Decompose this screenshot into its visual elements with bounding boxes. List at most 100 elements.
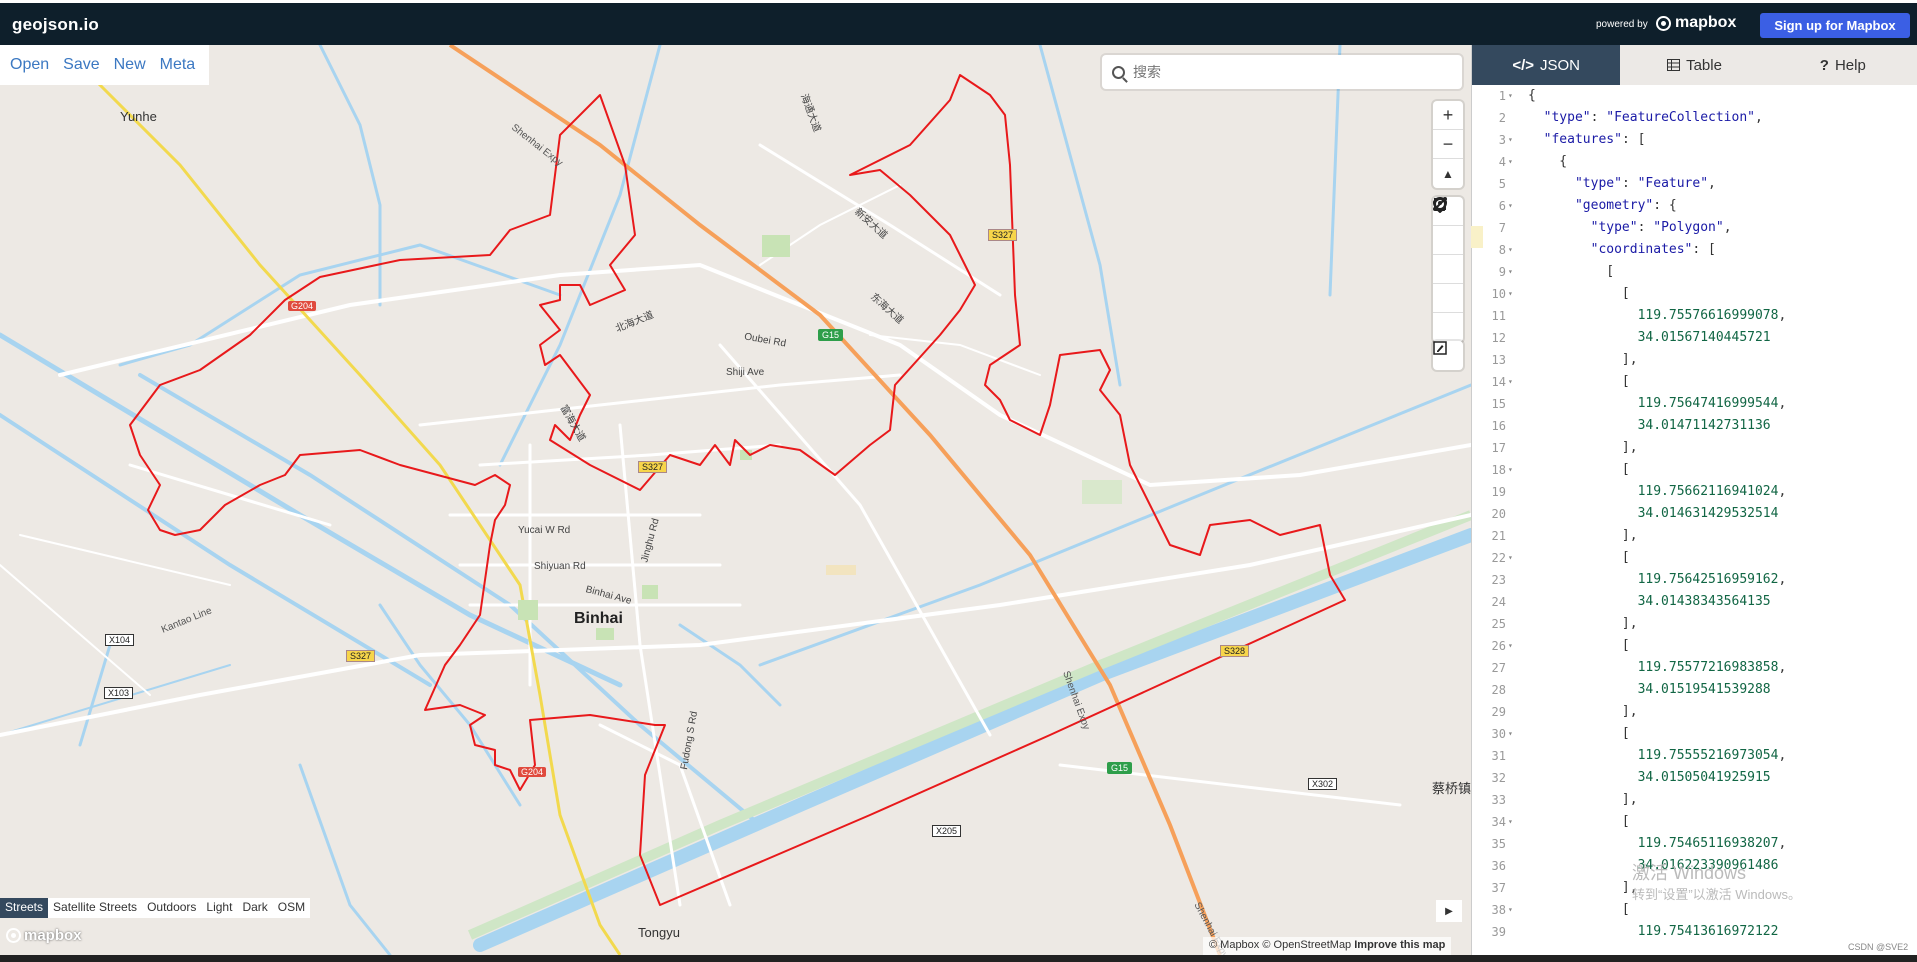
fold-arrow-icon[interactable]: ▾: [1508, 723, 1518, 745]
code-line[interactable]: 13 ],: [1472, 349, 1917, 371]
code-line[interactable]: 7 "type": "Polygon",: [1472, 217, 1917, 239]
code-text: ],: [1528, 880, 1638, 895]
shield-g15-a: G15: [818, 329, 844, 341]
code-line[interactable]: 12 34.01567140445721: [1472, 327, 1917, 349]
draw-circle-button[interactable]: [1433, 198, 1463, 342]
sign-up-button[interactable]: Sign up for Mapbox: [1760, 13, 1910, 38]
help-icon: ?: [1819, 56, 1829, 74]
code-line[interactable]: 8 ▾ "coordinates": [: [1472, 239, 1917, 261]
code-line[interactable]: 25 ],: [1472, 613, 1917, 635]
collapse-panel-button[interactable]: ▶: [1436, 900, 1462, 922]
menu-new[interactable]: New: [108, 56, 154, 74]
code-line[interactable]: 31 119.75555216973054,: [1472, 745, 1917, 767]
code-line[interactable]: 27 119.75577216983858,: [1472, 657, 1917, 679]
fold-arrow-icon[interactable]: ▾: [1508, 547, 1518, 569]
code-line[interactable]: 14 ▾ [: [1472, 371, 1917, 393]
json-editor[interactable]: 1 ▾{2 "type": "FeatureCollection", 3 ▾ "fea…: [1472, 85, 1917, 955]
fold-arrow-icon[interactable]: ▾: [1508, 811, 1518, 833]
code-line[interactable]: 21 ],: [1472, 525, 1917, 547]
code-line[interactable]: 15 119.75647416999544,: [1472, 393, 1917, 415]
code-line[interactable]: 2 "type": "FeatureCollection",: [1472, 107, 1917, 129]
mapbox-logo[interactable]: mapbox: [1656, 14, 1736, 32]
boundary-polygon[interactable]: [129, 74, 1346, 906]
style-light[interactable]: Light: [201, 898, 237, 918]
tab-table[interactable]: Table: [1620, 45, 1768, 85]
code-line[interactable]: 11 119.75576616999078,: [1472, 305, 1917, 327]
code-line[interactable]: 1 ▾ {: [1472, 85, 1917, 107]
code-line[interactable]: 26 ▾ [: [1472, 635, 1917, 657]
code-line[interactable]: 18 ▾ [: [1472, 459, 1917, 481]
draw-rectangle-button[interactable]: [1433, 198, 1463, 313]
compass-button[interactable]: ▲: [1433, 159, 1463, 188]
improve-map-link[interactable]: Improve this map: [1354, 939, 1445, 951]
code-line[interactable]: 19 119.75662116941024,: [1472, 481, 1917, 503]
menu-open[interactable]: Open: [4, 56, 57, 74]
code-line[interactable]: 24 34.01438343564135: [1472, 591, 1917, 613]
code-line[interactable]: 16 34.01471142731136: [1472, 415, 1917, 437]
code-line[interactable]: 5 "type": "Feature",: [1472, 173, 1917, 195]
search-box: [1102, 55, 1462, 89]
draw-polygon-button[interactable]: [1433, 197, 1463, 284]
line-number: 32: [1491, 771, 1506, 785]
code-line[interactable]: 22 ▾ [: [1472, 547, 1917, 569]
code-line[interactable]: 39 119.75413616972122: [1472, 921, 1917, 943]
code-text: 119.75465116938207,: [1637, 836, 1787, 851]
line-number: 22: [1491, 551, 1506, 565]
fold-arrow-icon[interactable]: ▾: [1508, 371, 1518, 393]
code-text: [: [1528, 814, 1630, 829]
fold-arrow-icon[interactable]: ▾: [1508, 195, 1518, 217]
code-line[interactable]: 32 34.01505041925915: [1472, 767, 1917, 789]
fold-arrow-icon[interactable]: ▾: [1508, 151, 1518, 173]
fold-arrow-icon[interactable]: ▾: [1508, 899, 1518, 921]
code-line[interactable]: 6 ▾ "geometry": {: [1472, 195, 1917, 217]
fold-arrow-icon[interactable]: ▾: [1508, 635, 1518, 657]
code-line[interactable]: 4 ▾ {: [1472, 151, 1917, 173]
trunk-road: [83, 68, 622, 955]
code-line[interactable]: 23 119.75642516959162,: [1472, 569, 1917, 591]
mapbox-logo-text: mapbox: [1675, 14, 1737, 31]
style-osm[interactable]: OSM: [273, 898, 310, 918]
shield-s327-c: S327: [346, 650, 376, 662]
style-satellite-streets[interactable]: Satellite Streets: [48, 898, 142, 918]
tab-help[interactable]: ? Help: [1769, 45, 1917, 85]
fold-arrow-icon[interactable]: ▾: [1508, 261, 1518, 283]
edit-features-button[interactable]: [1433, 341, 1463, 370]
fold-arrow-icon[interactable]: ▾: [1508, 239, 1518, 261]
code-line[interactable]: 30 ▾ [: [1472, 723, 1917, 745]
fold-arrow-icon[interactable]: ▾: [1508, 85, 1518, 107]
code-line[interactable]: 28 34.01519541539288: [1472, 679, 1917, 701]
windows-activate-title: 激活 Windows: [1632, 863, 1747, 883]
fold-arrow-icon[interactable]: ▾: [1508, 283, 1518, 305]
code-line[interactable]: 10 ▾ [: [1472, 283, 1917, 305]
map-canvas[interactable]: Yunhe Binhai Tongyu 蔡桥镇 Shenhai Expy She…: [0, 45, 1471, 955]
menu-meta[interactable]: Meta: [154, 56, 204, 74]
zoom-out-button[interactable]: −: [1433, 130, 1463, 159]
mapbox-watermark[interactable]: mapbox: [6, 927, 82, 944]
code-line[interactable]: 34 ▾ [: [1472, 811, 1917, 833]
code-line[interactable]: 9 ▾ [: [1472, 261, 1917, 283]
draw-line-button[interactable]: [1433, 197, 1463, 255]
code-line[interactable]: 20 34.014631429532514: [1472, 503, 1917, 525]
line-number: 10: [1491, 287, 1506, 301]
code-line[interactable]: 35 119.75465116938207,: [1472, 833, 1917, 855]
line-number: 20: [1491, 507, 1506, 521]
attribution-osm[interactable]: © OpenStreetMap: [1262, 939, 1351, 951]
code-text: "type": "Polygon",: [1590, 220, 1732, 235]
zoom-in-button[interactable]: +: [1433, 101, 1463, 130]
menu-save[interactable]: Save: [57, 56, 107, 74]
brand-logo[interactable]: geojson.io: [12, 15, 99, 35]
code-line[interactable]: 29 ],: [1472, 701, 1917, 723]
code-line[interactable]: 33 ],: [1472, 789, 1917, 811]
code-line[interactable]: 17 ],: [1472, 437, 1917, 459]
code-line[interactable]: 3 ▾ "features": [: [1472, 129, 1917, 151]
tab-json[interactable]: </> JSON: [1472, 45, 1621, 85]
style-dark[interactable]: Dark: [237, 898, 272, 918]
attribution-mapbox[interactable]: © Mapbox: [1209, 939, 1259, 951]
style-streets[interactable]: Streets: [0, 898, 49, 918]
style-outdoors[interactable]: Outdoors: [142, 898, 201, 918]
fold-arrow-icon[interactable]: ▾: [1508, 459, 1518, 481]
fold-arrow-icon[interactable]: ▾: [1508, 129, 1518, 151]
code-icon: </>: [1512, 56, 1534, 74]
line-number: 2: [1498, 111, 1506, 125]
search-input[interactable]: [1133, 64, 1433, 80]
